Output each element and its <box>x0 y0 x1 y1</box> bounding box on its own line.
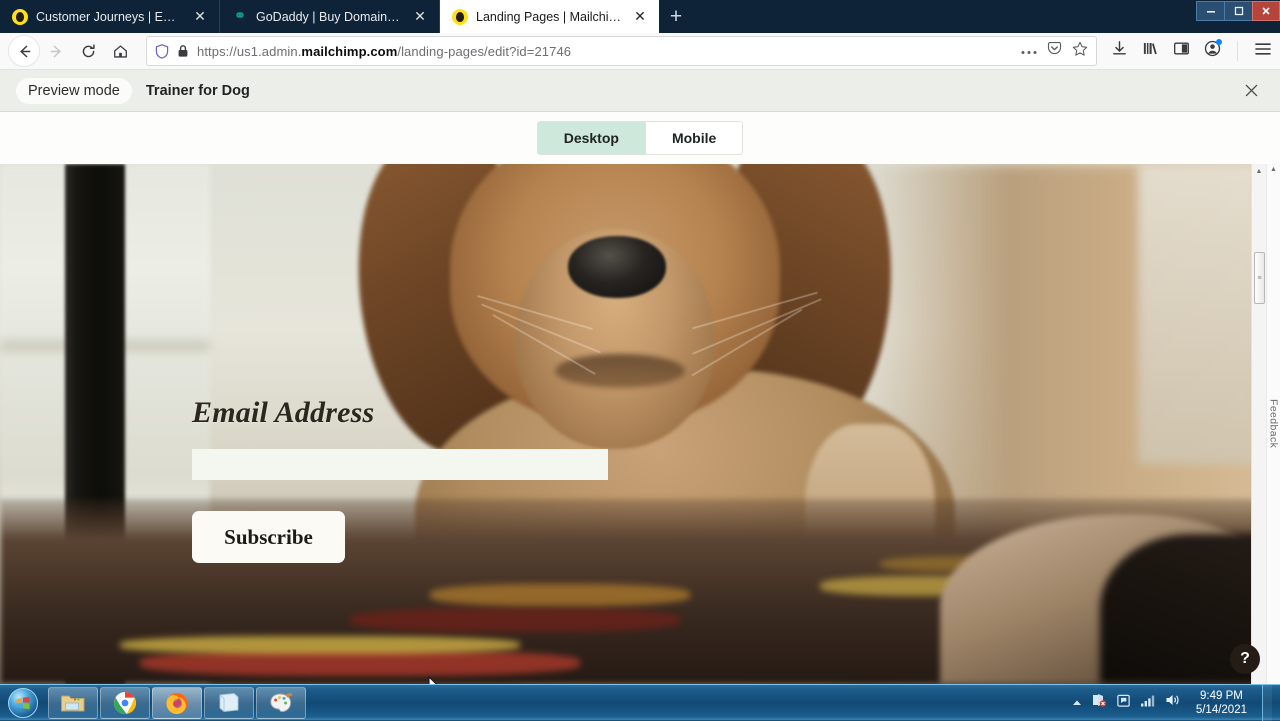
device-tabs: Desktop Mobile <box>537 121 744 155</box>
browser-tab-godaddy[interactable]: ⚭ GoDaddy | Buy Domain Names ✕ <box>220 0 440 33</box>
email-address-label: Email Address <box>192 396 622 430</box>
back-button-icon[interactable] <box>8 35 40 67</box>
subscribe-form: Email Address Subscribe <box>192 396 622 563</box>
preview-scrollbar[interactable]: ▲ ≡ <box>1251 164 1266 684</box>
tab-title: Customer Journeys | Explore | M <box>36 10 181 24</box>
clock-date: 5/14/2021 <box>1196 703 1247 717</box>
show-desktop-button[interactable] <box>1262 685 1272 721</box>
help-button[interactable]: ? <box>1230 644 1260 674</box>
forward-button-icon[interactable] <box>40 35 72 67</box>
taskbar-clock[interactable]: 9:49 PM 5/14/2021 <box>1190 689 1253 717</box>
start-orb-icon <box>8 688 38 718</box>
minimize-button[interactable] <box>1196 1 1224 21</box>
network-error-icon[interactable] <box>1091 693 1107 712</box>
bookmark-star-icon[interactable] <box>1072 41 1088 62</box>
hamburger-menu-icon[interactable] <box>1254 41 1272 62</box>
taskbar-paint[interactable] <box>256 687 306 719</box>
close-tab-icon[interactable]: ✕ <box>411 8 429 26</box>
url-text: https://us1.admin.mailchimp.com/landing-… <box>197 44 571 59</box>
mailchimp-favicon-icon <box>12 9 28 25</box>
taskbar-sticky-notes[interactable] <box>204 687 254 719</box>
device-tab-mobile[interactable]: Mobile <box>645 122 742 154</box>
toolbar-right-actions <box>1103 40 1272 62</box>
new-tab-button[interactable]: + <box>659 0 693 33</box>
page-content: Preview mode Trainer for Dog Desktop Mob… <box>0 70 1280 684</box>
preview-mode-badge: Preview mode <box>16 78 132 104</box>
device-tab-desktop[interactable]: Desktop <box>538 122 645 154</box>
mouse-cursor <box>428 676 442 684</box>
subscribe-button[interactable]: Subscribe <box>192 511 345 563</box>
email-input[interactable] <box>192 449 608 480</box>
mailchimp-favicon-icon <box>452 9 468 25</box>
window-controls <box>1196 0 1280 22</box>
tracking-shield-icon[interactable] <box>155 44 169 59</box>
feedback-label[interactable]: Feedback <box>1268 399 1280 448</box>
show-hidden-icons-arrow[interactable] <box>1072 694 1082 712</box>
system-tray: 9:49 PM 5/14/2021 <box>1072 685 1280 721</box>
device-preview-toggle-bar: Desktop Mobile <box>0 112 1280 164</box>
godaddy-favicon-icon: ⚭ <box>232 9 248 25</box>
action-center-flag-icon[interactable] <box>1116 693 1131 713</box>
downloads-icon[interactable] <box>1111 40 1128 62</box>
preview-mode-bar: Preview mode Trainer for Dog <box>0 70 1280 112</box>
browser-tab-customer-journeys[interactable]: Customer Journeys | Explore | M ✕ <box>0 0 220 33</box>
pocket-icon[interactable] <box>1047 41 1062 61</box>
scroll-up-arrow-icon[interactable]: ▲ <box>1252 164 1266 179</box>
browser-tab-landing-pages[interactable]: Landing Pages | Mailchimp ✕ <box>440 0 659 33</box>
home-button-icon[interactable] <box>104 35 136 67</box>
url-address-bar[interactable]: https://us1.admin.mailchimp.com/landing-… <box>146 36 1097 66</box>
navigation-toolbar: https://us1.admin.mailchimp.com/landing-… <box>0 33 1280 70</box>
url-bar-actions <box>1021 41 1088 62</box>
scroll-up-arrow-icon[interactable]: ▲ <box>1270 166 1277 173</box>
close-tab-icon[interactable]: ✕ <box>191 8 209 26</box>
tab-strip: Customer Journeys | Explore | M ✕ ⚭ GoDa… <box>0 0 1280 33</box>
close-tab-icon[interactable]: ✕ <box>631 8 649 26</box>
taskbar-mozilla-firefox[interactable] <box>152 687 202 719</box>
reload-button-icon[interactable] <box>72 35 104 67</box>
tab-title: Landing Pages | Mailchimp <box>476 10 621 24</box>
sidebar-icon[interactable] <box>1173 40 1190 62</box>
close-window-button[interactable] <box>1252 1 1280 21</box>
library-icon[interactable] <box>1142 40 1159 62</box>
clock-time: 9:49 PM <box>1196 689 1247 703</box>
account-notification-dot <box>1216 39 1222 45</box>
taskbar-google-chrome[interactable] <box>100 687 150 719</box>
browser-window: Customer Journeys | Explore | M ✕ ⚭ GoDa… <box>0 0 1280 684</box>
toolbar-divider <box>1237 41 1238 61</box>
windows-taskbar: 9:49 PM 5/14/2021 <box>0 684 1280 720</box>
start-button[interactable] <box>0 686 46 720</box>
taskbar-file-explorer[interactable] <box>48 687 98 719</box>
account-icon[interactable] <box>1204 40 1221 62</box>
feedback-rail[interactable]: ▲ Feedback <box>1266 164 1280 684</box>
padlock-icon[interactable] <box>177 44 189 58</box>
page-actions-ellipsis-icon[interactable] <box>1021 42 1037 60</box>
close-preview-icon[interactable] <box>1238 78 1264 104</box>
volume-speaker-icon[interactable] <box>1165 693 1181 712</box>
restore-button[interactable] <box>1224 1 1252 21</box>
tab-title: GoDaddy | Buy Domain Names <box>256 10 401 24</box>
scrollbar-thumb[interactable]: ≡ <box>1254 252 1265 304</box>
landing-page-preview-frame: Email Address Subscribe ▲ ≡ ▲ Feedback ? <box>0 164 1280 684</box>
signal-bars-icon[interactable] <box>1140 694 1156 712</box>
landing-page-title: Trainer for Dog <box>146 83 250 99</box>
